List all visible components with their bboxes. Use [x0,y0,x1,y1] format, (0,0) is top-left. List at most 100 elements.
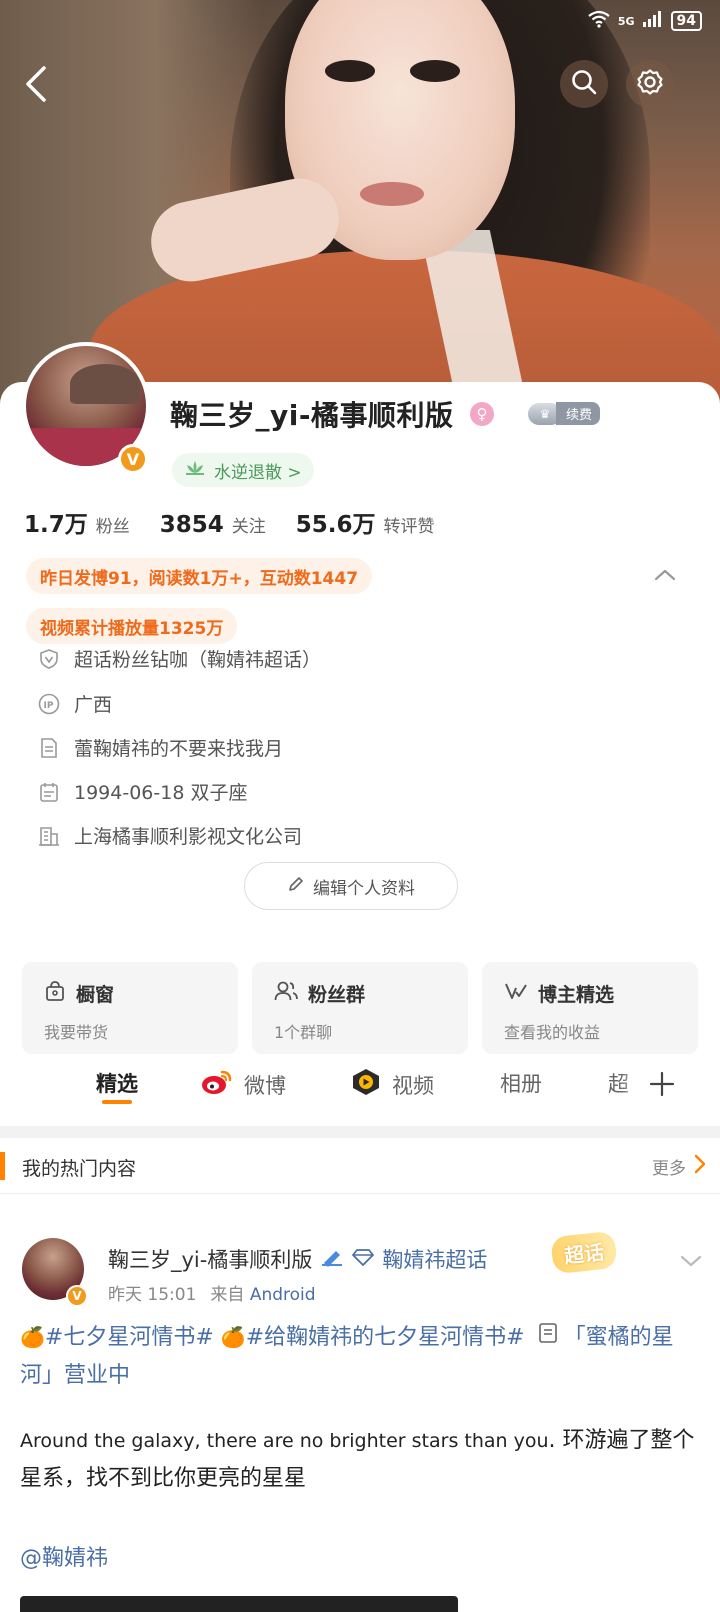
tab-supertopic-label: 超 [608,1072,629,1096]
hot-content-title: 我的热门内容 [22,1158,137,1180]
stat-engagement[interactable]: 55.6万 转评赞 [296,505,435,539]
lotus-icon [184,459,206,482]
post-text: 🍊#七夕星河情书# 🍊#给鞠婧祎的七夕星河情书# 「蜜橘的星河」营业中 [20,1318,700,1395]
stat-fans[interactable]: 1.7万 粉丝 [24,505,130,539]
stat-fans-count: 1.7万 [24,512,88,538]
add-tab-button[interactable] [640,1064,684,1108]
tile-shop-title: 橱窗 [76,984,115,1006]
info-location-text: 广西 [74,694,113,716]
profile-name: 鞠三岁_yi-橘事顺利版 [170,399,454,432]
section-accent-bar [0,1152,5,1180]
status-bar: 5G 94 [588,10,702,32]
tile-fan-group[interactable]: 粉丝群 1个群聊 [252,962,468,1054]
search-button[interactable] [560,60,608,108]
stat-following-count: 3854 [159,512,224,538]
wifi-icon [588,10,610,32]
plus-icon [649,1071,675,1101]
shop-icon [44,980,66,1007]
more-link[interactable]: 更多 [652,1154,706,1179]
info-fan-title: 超话粉丝钻咖（鞠婧祎超话） [38,645,321,672]
document-icon [38,737,60,759]
tab-featured[interactable]: 精选 [96,1068,138,1098]
v-check-icon [504,980,528,1007]
pencil-icon [287,875,305,898]
tile-creator-picks[interactable]: 博主精选 查看我的收益 [482,962,698,1054]
post-en-part-2: , there are no brighter stars than you [194,1430,549,1452]
post-topic-link[interactable]: 鞠婧祎超话 [382,1244,487,1274]
info-location: IP 广西 [38,690,112,717]
stat-fans-label: 粉丝 [95,517,130,537]
info-bio: 蕾鞠婧祎的不要来找我月 [38,734,283,761]
search-icon [571,69,597,99]
hashtag-love-letter[interactable]: #给鞠婧祎的七夕星河情书# [246,1325,525,1350]
post-source: Android [249,1285,316,1305]
tab-video-label: 视频 [392,1073,434,1098]
settings-button[interactable] [626,60,674,108]
signal-icon [642,11,663,31]
edit-profile-button[interactable]: 编辑个人资料 [244,862,458,910]
network-label: 5G [617,14,635,28]
tab-video[interactable]: 视频 [350,1068,434,1101]
document-link-icon [538,1319,558,1357]
content-tabs: 精选 微博 视频 相册 超 [0,1054,720,1118]
info-birthday: 1994-06-18 双子座 [38,778,247,805]
post-mention[interactable]: @鞠婧祎 [20,1540,108,1572]
stat-following-label: 关注 [231,517,266,537]
tab-featured-label: 精选 [96,1072,138,1096]
stat-engagement-label: 转评赞 [383,517,435,537]
post-author-name[interactable]: 鞠三岁_yi-橘事顺利版 [108,1244,312,1274]
vip-badge[interactable]: ♛ 续费 [528,402,601,425]
vip-renew-label: 续费 [556,402,601,425]
edit-profile-label: 编辑个人资料 [313,878,415,899]
post-image[interactable] [20,1596,458,1612]
orange-emoji-icon: 🍊 [20,1325,45,1349]
post-author-line: 鞠三岁_yi-橘事顺利版 鞠婧祎超话 [108,1244,487,1274]
info-bio-text: 蕾鞠婧祎的不要来找我月 [74,738,284,760]
video-views-pill[interactable]: 视频累计播放量1325万 [26,608,238,644]
tile-shop-window[interactable]: 橱窗 我要带货 [22,962,238,1054]
tab-album[interactable]: 相册 [500,1068,542,1098]
tile-picks-sub: 查看我的收益 [504,1023,601,1042]
stat-engagement-count: 55.6万 [295,512,376,538]
info-fan-title-text: 超话粉丝钻咖（鞠婧祎超话） [74,649,322,671]
post-time: 昨天 15:01 [108,1285,197,1305]
profile-tag-pill[interactable]: 水逆退散 > [172,453,314,487]
collapse-chevron-icon[interactable] [650,560,680,590]
battery-indicator: 94 [670,11,702,31]
active-tab-indicator [102,1100,132,1104]
more-label: 更多 [652,1159,686,1179]
orange-emoji-icon: 🍊 [220,1325,246,1349]
service-tiles: 橱窗 我要带货 粉丝群 1个群聊 博主精选 查看我的收益 [22,962,698,1054]
post-english-text: Around the galaxy, there are no brighter… [20,1422,706,1498]
profile-tag-label: 水逆退散 > [214,462,302,483]
ip-location-icon: IP [38,693,60,715]
hashtag-qixi[interactable]: #七夕星河情书# [45,1325,214,1350]
tab-supertopic[interactable]: 超 [608,1068,629,1098]
tab-album-label: 相册 [500,1072,542,1096]
tab-weibo-label: 微博 [244,1073,286,1098]
building-icon [38,825,60,847]
daily-activity-pill[interactable]: 昨日发博91，阅读数1万+，互动数1447 [26,558,373,594]
post-en-part-1: Around the galaxy [20,1430,195,1452]
post-menu-chevron-icon[interactable] [676,1246,706,1276]
info-birthday-text: 1994-06-18 双子座 [74,782,248,804]
tile-group-sub: 1个群聊 [274,1023,333,1042]
weibo-logo-icon [200,1068,234,1101]
section-divider [0,1126,720,1138]
profile-page: 5G 94 V 鞠三岁_yi-橘事顺利版 ♀ ♛ 续费 水逆退散 > 1.7万 … [0,0,720,1612]
post-source-prefix: 来自 [210,1285,245,1305]
info-company-text: 上海橘事顺利影视文化公司 [74,826,303,848]
chevron-right-icon [694,1154,706,1179]
pen-badge-icon [320,1247,344,1272]
tab-weibo[interactable]: 微博 [200,1068,286,1101]
stat-following[interactable]: 3854 关注 [160,512,266,538]
video-play-icon [350,1068,382,1101]
back-button[interactable] [12,62,60,110]
calendar-icon [38,781,60,803]
shield-v-icon [38,648,60,670]
gender-female-icon: ♀ [470,402,494,426]
svg-text:IP: IP [44,701,54,711]
info-company: 上海橘事顺利影视文化公司 [38,822,302,849]
hot-content-header: 我的热门内容 更多 [0,1138,720,1194]
profile-stats: 1.7万 粉丝 3854 关注 55.6万 转评赞 [24,505,465,539]
